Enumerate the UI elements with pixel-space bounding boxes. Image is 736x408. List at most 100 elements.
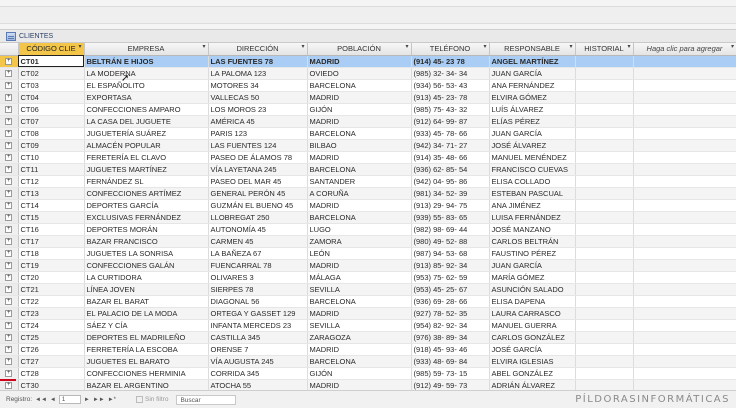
cell-historial[interactable]: [575, 55, 634, 68]
cell-poblacion[interactable]: ZAMORA: [307, 235, 412, 248]
table-row[interactable]: + CT08 JUGUETERÍA SUÁREZ PARIS 123 BARCELONA…: [0, 127, 736, 140]
cell-add-field[interactable]: [633, 211, 736, 224]
cell-empresa[interactable]: EL PALACIO DE LA MODA: [84, 307, 209, 320]
cell-historial[interactable]: [575, 367, 634, 380]
table-row[interactable]: + CT01 BELTRÁN E HIJOS LAS FUENTES 78 MADRID…: [0, 55, 736, 68]
cell-empresa[interactable]: EXCLUSIVAS FERNÁNDEZ: [84, 211, 209, 224]
expand-plus-icon[interactable]: +: [5, 310, 13, 318]
cell-codigo[interactable]: CT09: [18, 139, 85, 152]
cell-poblacion[interactable]: MADRID: [307, 115, 412, 128]
cell-responsable[interactable]: FAUSTINO PÉREZ: [489, 247, 576, 260]
row-selector[interactable]: +: [0, 223, 19, 236]
row-selector[interactable]: +: [0, 127, 19, 140]
cell-codigo[interactable]: CT20: [18, 271, 85, 284]
cell-empresa[interactable]: LÍNEA JOVEN: [84, 283, 209, 296]
cell-telefono[interactable]: (918) 45- 93- 46: [411, 343, 490, 356]
expand-plus-icon[interactable]: +: [5, 370, 13, 378]
cell-empresa[interactable]: JUGUETES MARTÍNEZ: [84, 163, 209, 176]
cell-telefono[interactable]: (913) 45- 23- 78: [411, 91, 490, 104]
cell-telefono[interactable]: (987) 94- 53- 68: [411, 247, 490, 260]
cell-responsable[interactable]: MANUEL MENÉNDEZ: [489, 151, 576, 164]
table-row[interactable]: + CT23 EL PALACIO DE LA MODA ORTEGA Y GASSE…: [0, 307, 736, 320]
cell-responsable[interactable]: MARÍA GÓMEZ: [489, 271, 576, 284]
cell-direccion[interactable]: ORTEGA Y GASSET 129: [208, 307, 308, 320]
cell-direccion[interactable]: VÍA LAYETANA 245: [208, 163, 308, 176]
row-selector[interactable]: +: [0, 319, 19, 332]
cell-poblacion[interactable]: A CORUÑA: [307, 187, 412, 200]
cell-empresa[interactable]: BELTRÁN E HIJOS: [84, 55, 209, 68]
table-row[interactable]: + CT18 JUGUETES LA SONRISA LA BAÑEZA 67 LEÓN…: [0, 247, 736, 260]
select-all-cell[interactable]: [0, 43, 19, 56]
table-row[interactable]: + CT21 LÍNEA JOVEN SIERPES 78 SEVILLA (953) 4…: [0, 283, 736, 296]
expand-plus-icon[interactable]: +: [5, 190, 13, 198]
expand-plus-icon[interactable]: +: [5, 334, 13, 342]
cell-codigo[interactable]: CT07: [18, 115, 85, 128]
table-row[interactable]: + CT06 CONFECCIONES AMPARO LOS MOROS 23 GIJÓ…: [0, 103, 736, 116]
cell-poblacion[interactable]: OVIEDO: [307, 67, 412, 80]
last-record-button[interactable]: ►►: [93, 397, 105, 403]
chevron-down-icon[interactable]: ▾: [730, 43, 733, 50]
table-row[interactable]: + CT30 BAZAR EL ARGENTINO ATOCHA 55 MADRID (9…: [0, 379, 736, 390]
table-row[interactable]: + CT10 FERETERÍA EL CLAVO PASEO DE ÁLAMOS 7…: [0, 151, 736, 164]
cell-responsable[interactable]: ELVIRA IGLESIAS: [489, 355, 576, 368]
cell-direccion[interactable]: VÍA AUGUSTA 245: [208, 355, 308, 368]
cell-historial[interactable]: [575, 331, 634, 344]
table-row[interactable]: + CT15 EXCLUSIVAS FERNÁNDEZ LLOBREGAT 250 BA…: [0, 211, 736, 224]
cell-codigo[interactable]: CT16: [18, 223, 85, 236]
chevron-down-icon[interactable]: ▾: [405, 43, 408, 50]
cell-historial[interactable]: [575, 259, 634, 272]
cell-empresa[interactable]: ALMACÉN POPULAR: [84, 139, 209, 152]
cell-telefono[interactable]: (985) 75- 43- 32: [411, 103, 490, 116]
cell-historial[interactable]: [575, 127, 634, 140]
expand-plus-icon[interactable]: +: [5, 70, 13, 78]
table-row[interactable]: + CT19 CONFECCIONES GALÁN FUENCARRAL 78 MADR…: [0, 259, 736, 272]
cell-responsable[interactable]: JOSÉ GARCÍA: [489, 343, 576, 356]
cell-add-field[interactable]: [633, 127, 736, 140]
cell-historial[interactable]: [575, 307, 634, 320]
cell-poblacion[interactable]: MADRID: [307, 199, 412, 212]
cell-poblacion[interactable]: BILBAO: [307, 139, 412, 152]
cell-historial[interactable]: [575, 67, 634, 80]
cell-poblacion[interactable]: BARCELONA: [307, 163, 412, 176]
cell-poblacion[interactable]: MADRID: [307, 259, 412, 272]
row-selector[interactable]: +: [0, 307, 19, 320]
cell-add-field[interactable]: [633, 199, 736, 212]
cell-empresa[interactable]: BAZAR EL ARGENTINO: [84, 379, 209, 390]
cell-responsable[interactable]: JUAN GARCÍA: [489, 67, 576, 80]
cell-responsable[interactable]: JUAN GARCÍA: [489, 127, 576, 140]
cell-telefono[interactable]: (933) 45- 78- 66: [411, 127, 490, 140]
row-selector[interactable]: +: [0, 91, 19, 104]
cell-add-field[interactable]: [633, 283, 736, 296]
cell-direccion[interactable]: CASTILLA 345: [208, 331, 308, 344]
first-record-button[interactable]: ◄◄: [35, 397, 47, 403]
cell-direccion[interactable]: LLOBREGAT 250: [208, 211, 308, 224]
cell-responsable[interactable]: ELVIRA GÓMEZ: [489, 91, 576, 104]
cell-codigo[interactable]: CT24: [18, 319, 85, 332]
cell-responsable[interactable]: MANUEL GUERRA: [489, 319, 576, 332]
cell-responsable[interactable]: CARLOS GONZÁLEZ: [489, 331, 576, 344]
cell-add-field[interactable]: [633, 115, 736, 128]
expand-plus-icon[interactable]: +: [5, 154, 13, 162]
row-selector[interactable]: +: [0, 175, 19, 188]
cell-poblacion[interactable]: MÁLAGA: [307, 271, 412, 284]
cell-empresa[interactable]: DEPORTES EL MADRILEÑO: [84, 331, 209, 344]
cell-responsable[interactable]: CARLOS BELTRÁN: [489, 235, 576, 248]
cell-empresa[interactable]: CONFECCIONES AMPARO: [84, 103, 209, 116]
cell-empresa[interactable]: LA MODERNA: [84, 67, 209, 80]
cell-poblacion[interactable]: LEÓN: [307, 247, 412, 260]
cell-historial[interactable]: [575, 139, 634, 152]
expand-plus-icon[interactable]: +: [5, 166, 13, 174]
cell-responsable[interactable]: ESTEBAN PASCUAL: [489, 187, 576, 200]
cell-add-field[interactable]: [633, 91, 736, 104]
cell-add-field[interactable]: [633, 295, 736, 308]
cell-telefono[interactable]: (976) 38- 89- 34: [411, 331, 490, 344]
column-header-poblacion[interactable]: POBLACIÓN ▾: [307, 43, 412, 56]
cell-telefono[interactable]: (914) 35- 48- 66: [411, 151, 490, 164]
cell-empresa[interactable]: DEPORTES GARCÍA: [84, 199, 209, 212]
cell-telefono[interactable]: (913) 85- 92- 34: [411, 259, 490, 272]
cell-historial[interactable]: [575, 187, 634, 200]
cell-add-field[interactable]: [633, 187, 736, 200]
cell-add-field[interactable]: [633, 235, 736, 248]
cell-direccion[interactable]: SIERPES 78: [208, 283, 308, 296]
table-row[interactable]: + CT25 DEPORTES EL MADRILEÑO CASTILLA 345 ZA…: [0, 331, 736, 344]
